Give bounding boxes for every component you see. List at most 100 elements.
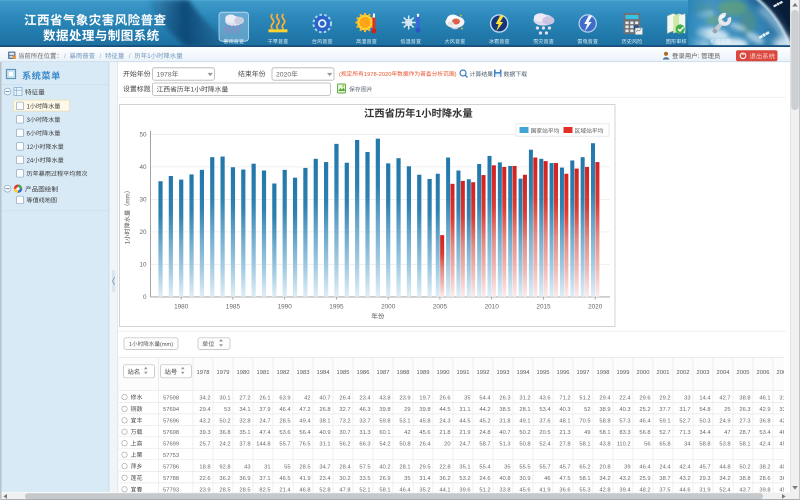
svg-text:24.9: 24.9 (719, 419, 730, 425)
svg-text:50.8: 50.8 (399, 441, 410, 447)
svg-text:2015: 2015 (536, 303, 551, 310)
svg-text:39.8: 39.8 (379, 407, 390, 413)
svg-text:mm: mm (124, 193, 131, 203)
svg-text:27.3: 27.3 (739, 419, 750, 425)
svg-text:2010: 2010 (485, 303, 500, 310)
svg-text:30.9: 30.9 (519, 476, 530, 482)
svg-text:28.4: 28.4 (339, 464, 350, 470)
svg-text:36.8: 36.8 (219, 430, 230, 436)
svg-text:41.9: 41.9 (299, 476, 310, 482)
svg-text:53.4: 53.4 (759, 430, 770, 436)
svg-text:144.8: 144.8 (256, 441, 270, 447)
svg-text:35.1: 35.1 (459, 464, 470, 470)
svg-text:45.8: 45.8 (419, 419, 430, 425)
svg-text:38.2: 38.2 (759, 464, 770, 470)
svg-text:39: 39 (624, 464, 630, 470)
svg-text:44.8: 44.8 (719, 464, 730, 470)
svg-text:52.7: 52.7 (679, 419, 690, 425)
svg-text:1: 1 (124, 240, 131, 244)
svg-text:42: 42 (304, 395, 310, 401)
svg-text:34.2: 34.2 (719, 476, 730, 482)
svg-text:12: 12 (27, 144, 34, 151)
svg-text:21.8: 21.8 (439, 430, 450, 436)
svg-text:38.8: 38.8 (739, 476, 750, 482)
svg-text:54.4: 54.4 (479, 395, 490, 401)
svg-text:71.3: 71.3 (679, 430, 690, 436)
svg-text:28.6: 28.6 (759, 476, 770, 482)
svg-text:38.8: 38.8 (739, 395, 750, 401)
svg-text:40: 40 (139, 164, 147, 171)
svg-text:57786: 57786 (163, 464, 179, 470)
svg-text:34.2: 34.2 (599, 476, 610, 482)
svg-text:25.9: 25.9 (639, 476, 650, 482)
svg-text:46.5: 46.5 (279, 476, 290, 482)
svg-text:2004: 2004 (717, 370, 731, 376)
svg-text:60.1: 60.1 (379, 430, 390, 436)
svg-text:43: 43 (244, 464, 250, 470)
svg-text:25.2: 25.2 (639, 407, 650, 413)
svg-text:34.4: 34.4 (699, 430, 710, 436)
svg-text:34.1: 34.1 (239, 407, 250, 413)
svg-text:1987: 1987 (377, 370, 390, 376)
svg-text:58.8: 58.8 (699, 441, 710, 447)
svg-text:31.1: 31.1 (319, 441, 330, 447)
svg-text:42.4: 42.4 (759, 441, 770, 447)
svg-text:2020: 2020 (276, 72, 291, 79)
svg-text:1978-2020: 1978-2020 (364, 72, 392, 78)
svg-text:46.1: 46.1 (759, 395, 770, 401)
svg-text:30: 30 (139, 197, 147, 204)
svg-text:55.7: 55.7 (279, 441, 290, 447)
svg-text:46: 46 (544, 476, 550, 482)
svg-text:40.3: 40.3 (559, 407, 570, 413)
svg-text:(: ( (339, 72, 341, 78)
svg-text:49.1: 49.1 (519, 419, 530, 425)
svg-text:24.3: 24.3 (439, 419, 450, 425)
svg-text:58.1: 58.1 (579, 441, 590, 447)
svg-text:36.8: 36.8 (759, 419, 770, 425)
svg-text:1: 1 (129, 342, 132, 348)
svg-text:46.4: 46.4 (639, 464, 650, 470)
svg-text:1988: 1988 (397, 370, 410, 376)
svg-text:25: 25 (724, 407, 730, 413)
svg-text:34: 34 (684, 441, 690, 447)
svg-text:24: 24 (27, 157, 34, 164)
svg-text:73.2: 73.2 (339, 419, 350, 425)
svg-text:2001: 2001 (657, 370, 670, 376)
svg-text:37.8: 37.8 (239, 441, 250, 447)
svg-text:40.9: 40.9 (319, 430, 330, 436)
svg-text:47.2: 47.2 (299, 407, 310, 413)
svg-text:26.6: 26.6 (439, 395, 450, 401)
svg-text:76.5: 76.5 (299, 441, 310, 447)
svg-text:57598: 57598 (163, 395, 179, 401)
svg-text:38.7: 38.7 (659, 476, 670, 482)
svg-text:40.2: 40.2 (379, 464, 390, 470)
svg-text:48.1: 48.1 (559, 419, 570, 425)
svg-text:28.7: 28.7 (739, 430, 750, 436)
svg-text:55.4: 55.4 (479, 464, 490, 470)
svg-text:1979: 1979 (217, 370, 230, 376)
svg-text:20: 20 (444, 441, 450, 447)
svg-text:39.3: 39.3 (199, 430, 210, 436)
svg-text:29.4: 29.4 (599, 395, 610, 401)
svg-text:1981: 1981 (257, 370, 270, 376)
svg-text:23.4: 23.4 (319, 476, 330, 482)
svg-text:22.6: 22.6 (199, 476, 210, 482)
svg-text:28.1: 28.1 (399, 464, 410, 470)
svg-text:/: / (100, 53, 102, 60)
svg-text:42.4: 42.4 (679, 464, 690, 470)
svg-text:20: 20 (139, 229, 147, 236)
svg-text:23.9: 23.9 (399, 395, 410, 401)
svg-text:53.8: 53.8 (719, 441, 730, 447)
svg-text:26.3: 26.3 (739, 407, 750, 413)
svg-text:56.8: 56.8 (639, 430, 650, 436)
svg-text:37.6: 37.6 (539, 419, 550, 425)
svg-text:26.1: 26.1 (259, 395, 270, 401)
svg-text:38.5: 38.5 (499, 407, 510, 413)
svg-text:54.2: 54.2 (379, 441, 390, 447)
svg-text:58.8: 58.8 (599, 419, 610, 425)
svg-text:23.4: 23.4 (359, 395, 370, 401)
svg-text:2005: 2005 (737, 370, 750, 376)
svg-text:29: 29 (404, 407, 410, 413)
svg-text:31.8: 31.8 (499, 419, 510, 425)
svg-text:35: 35 (404, 476, 410, 482)
